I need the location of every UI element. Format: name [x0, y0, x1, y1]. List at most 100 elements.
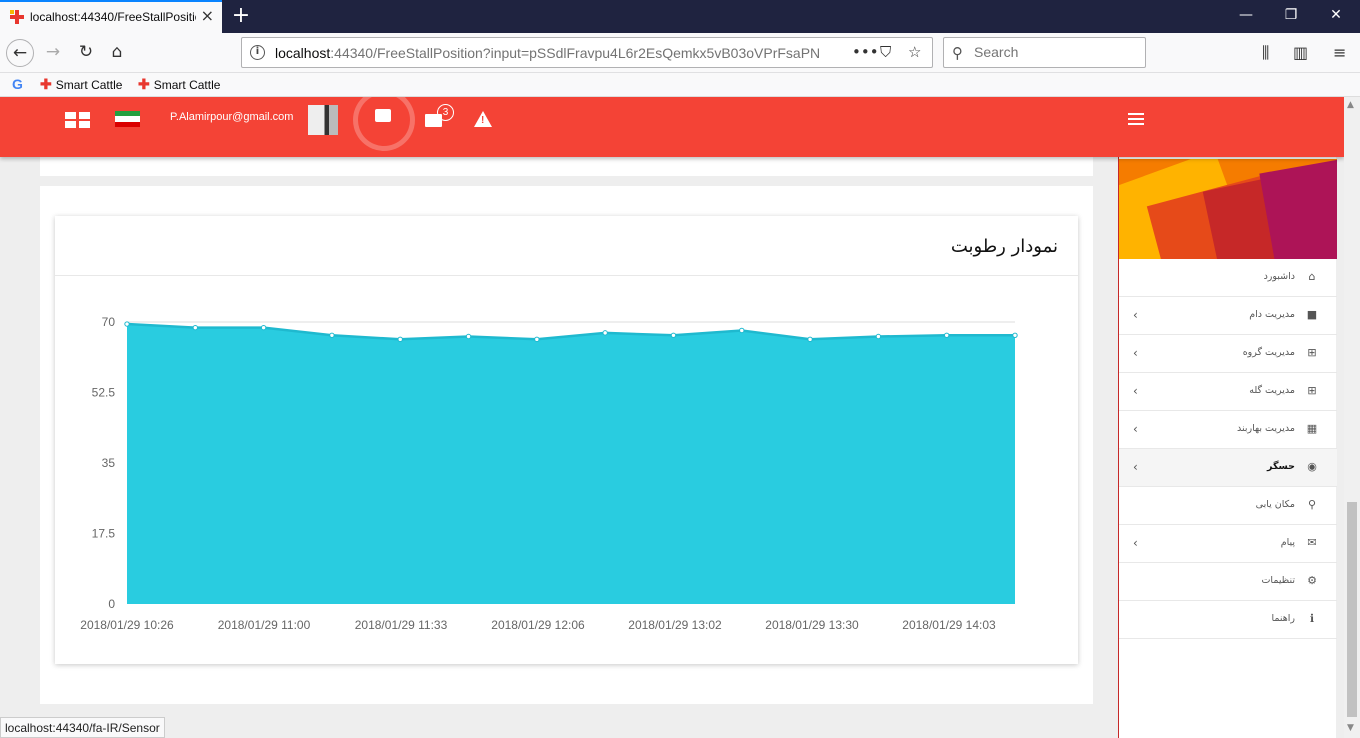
status-bar: localhost:44340/fa-IR/Sensor: [0, 717, 165, 738]
pocket-icon[interactable]: ⛉: [880, 43, 891, 61]
data-point: [260, 324, 267, 331]
x-tick-label: 2018/01/29 12:06: [491, 618, 585, 632]
sensor-icon: ◉: [1307, 460, 1317, 473]
scroll-down-icon[interactable]: ▼: [1347, 723, 1354, 733]
sidebar-banner: [1119, 159, 1337, 259]
sidebar-item-label: مدیریت بهاربند: [1237, 423, 1295, 434]
scrollbar-thumb[interactable]: [1347, 502, 1357, 717]
browser-tab-bar: localhost:44340/FreeStallPosition × + — …: [0, 0, 1360, 33]
sidebar-item[interactable]: ✉ پیام ‹: [1119, 525, 1337, 563]
data-point: [670, 332, 677, 338]
x-tick-label: 2018/01/29 13:02: [628, 618, 722, 632]
close-tab-icon[interactable]: ×: [201, 8, 214, 24]
sidebar-item[interactable]: ▦ مدیریت بهاربند ‹: [1119, 411, 1337, 449]
sitemap-icon: ⊞: [1307, 384, 1317, 397]
search-input[interactable]: [974, 44, 1134, 60]
bookmark-smart-cattle-1[interactable]: ✚ Smart Cattle: [40, 76, 122, 93]
bookmark-star-icon[interactable]: ☆: [908, 43, 921, 61]
data-point: [465, 333, 472, 340]
comment-icon: [375, 109, 391, 122]
sidebar-item[interactable]: ⊞ مدیریت گله ‹: [1119, 373, 1337, 411]
hamburger-menu-icon[interactable]: [1128, 113, 1144, 126]
page-info-icon[interactable]: i: [250, 45, 265, 60]
chart-header: نمودار رطوبت: [55, 216, 1078, 276]
scroll-up-icon[interactable]: ▲: [1347, 100, 1354, 110]
y-tick-label: 52.5: [92, 386, 116, 400]
data-point: [124, 321, 130, 327]
sidebar-item-label: پیام: [1280, 537, 1295, 548]
user-email[interactable]: P.Alamirpour@gmail.com: [170, 111, 293, 123]
menu-icon[interactable]: ≡: [1333, 43, 1346, 62]
sidebar-item[interactable]: ⌂ داشبورد: [1119, 259, 1337, 297]
chevron-left-icon[interactable]: ‹: [1133, 384, 1138, 398]
map-marker-icon: ⚲: [1307, 498, 1317, 511]
data-point: [807, 336, 813, 343]
google-icon[interactable]: G: [12, 76, 23, 92]
home-icon[interactable]: ⌂: [103, 39, 131, 67]
browser-tab[interactable]: localhost:44340/FreeStallPosition ×: [0, 0, 222, 33]
avatar[interactable]: [308, 105, 338, 135]
url-bar[interactable]: i localhost:44340/FreeStallPosition?inpu…: [241, 37, 933, 68]
page-scrollbar[interactable]: ▲ ▼: [1344, 97, 1360, 738]
home-icon: ⌂: [1308, 270, 1316, 283]
reload-icon[interactable]: ↻: [72, 39, 100, 67]
content-section: نمودار رطوبت 0 17.5 35 52.5 70 2018/01/29 10:…: [40, 186, 1093, 704]
data-point: [602, 330, 608, 336]
chevron-left-icon[interactable]: ‹: [1133, 308, 1138, 322]
y-tick-label: 0: [108, 597, 115, 611]
new-tab-icon[interactable]: +: [230, 3, 252, 29]
gear-icon: ⚙: [1307, 574, 1317, 587]
chart-title: نمودار رطوبت: [950, 236, 1058, 257]
previous-card: [40, 157, 1093, 176]
envelope-icon: ✉: [1307, 536, 1317, 549]
iran-flag-icon[interactable]: [115, 111, 140, 127]
chevron-left-icon[interactable]: ‹: [1133, 460, 1138, 474]
smart-cattle-favicon-icon: [10, 10, 24, 24]
bookmarks-toolbar: G ✚ Smart Cattle ✚ Smart Cattle: [0, 73, 1360, 97]
sidebar-item[interactable]: ⊞ مدیریت گروه ‹: [1119, 335, 1337, 373]
x-tick-label: 2018/01/29 11:33: [355, 618, 448, 632]
close-window-icon[interactable]: ✕: [1326, 7, 1346, 23]
x-tick-label: 2018/01/29 13:30: [765, 618, 859, 632]
page-viewport: P.Alamirpour@gmail.com 3 ! نمودار رطوبت …: [0, 97, 1344, 738]
data-point: [534, 336, 540, 343]
sidebar-item-label: مدیریت گله: [1249, 385, 1295, 396]
sidebar-item-label: تنظیمات: [1261, 575, 1295, 586]
chevron-left-icon[interactable]: ‹: [1133, 422, 1138, 436]
sidebar-item[interactable]: ⚙ تنظیمات: [1119, 563, 1337, 601]
restore-icon[interactable]: ❐: [1281, 7, 1301, 23]
data-point: [943, 332, 950, 338]
sidebar-item[interactable]: ◉ حسگر ‹: [1119, 449, 1337, 487]
data-point: [192, 324, 199, 331]
humidity-area: [127, 324, 1015, 604]
chat-button[interactable]: [358, 97, 410, 146]
url-text[interactable]: localhost:44340/FreeStallPosition?input=…: [275, 45, 820, 61]
y-tick-label: 17.5: [92, 527, 116, 541]
chevron-left-icon[interactable]: ‹: [1133, 346, 1138, 360]
sidebar: ⌂ داشبورد ■ مدیریت دام ‹ ⊞ مدیریت گروه ‹ ⊞ مدیریت…: [1118, 157, 1337, 738]
page-actions-icon[interactable]: •••: [852, 43, 879, 61]
chevron-left-icon[interactable]: ‹: [1133, 536, 1138, 550]
data-point: [1012, 332, 1018, 338]
sidebar-toggle-icon[interactable]: ▥: [1293, 43, 1308, 62]
data-point: [739, 327, 745, 334]
library-icon[interactable]: ⫼: [1262, 43, 1269, 63]
x-tick-label: 2018/01/29 14:03: [902, 618, 996, 632]
sidebar-item-label: مکان یابی: [1255, 499, 1295, 510]
search-bar[interactable]: ⚲: [943, 37, 1146, 68]
sidebar-item-label: حسگر: [1267, 461, 1295, 472]
app-header: P.Alamirpour@gmail.com 3 !: [0, 97, 1344, 157]
back-icon[interactable]: ←: [6, 39, 34, 67]
warning-icon[interactable]: !: [474, 111, 492, 127]
forward-icon[interactable]: →: [39, 39, 67, 67]
sidebar-item[interactable]: ⚲ مکان یابی: [1119, 487, 1337, 525]
y-tick-label: 35: [102, 456, 116, 470]
sidebar-item-label: مدیریت گروه: [1242, 347, 1295, 358]
x-tick-label: 2018/01/29 11:00: [218, 618, 311, 632]
sidebar-item-label: مدیریت دام: [1249, 309, 1295, 320]
sidebar-item[interactable]: ℹ راهنما: [1119, 601, 1337, 639]
sidebar-item[interactable]: ■ مدیریت دام ‹: [1119, 297, 1337, 335]
apps-grid-icon[interactable]: [65, 112, 90, 128]
bookmark-smart-cattle-2[interactable]: ✚ Smart Cattle: [138, 76, 220, 93]
minimize-icon[interactable]: —: [1236, 7, 1256, 23]
